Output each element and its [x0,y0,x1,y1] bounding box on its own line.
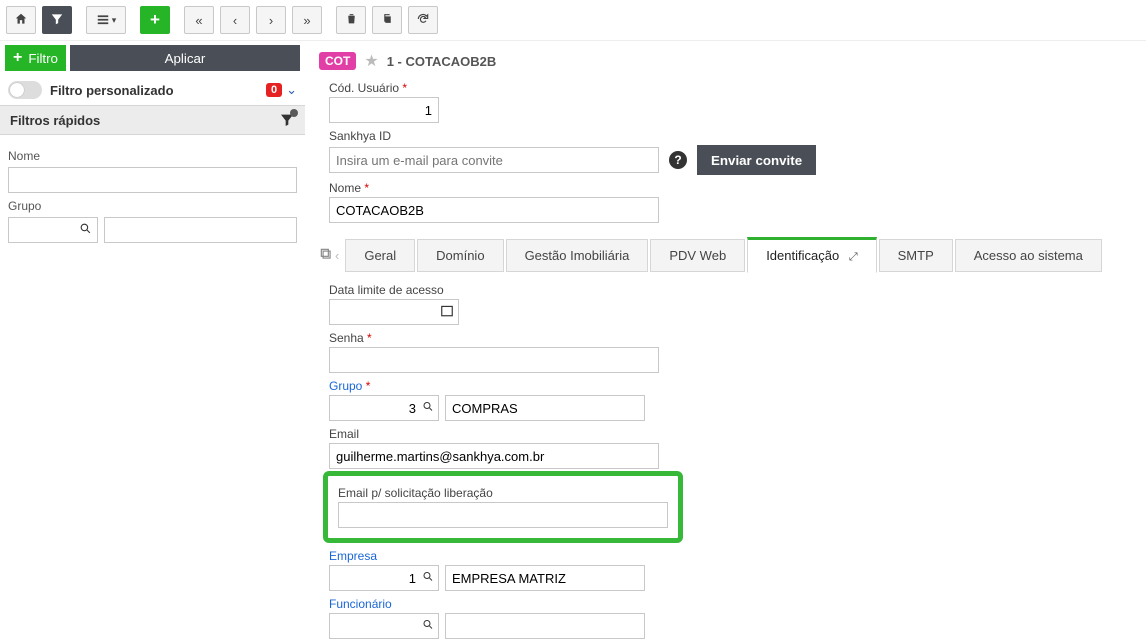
copy-button[interactable] [372,6,402,34]
tab-dominio[interactable]: Domínio [417,239,503,272]
nome-input[interactable] [329,197,659,223]
tab-pdv-web[interactable]: PDV Web [650,239,745,272]
search-icon[interactable] [422,619,434,634]
last-record-button[interactable]: » [292,6,322,34]
gear-dot-icon [290,109,298,117]
quick-filters-header: Filtros rápidos [0,105,305,135]
left-filter-panel: + Filtro Aplicar Filtro personalizado 0 … [0,41,305,639]
tabs-row: ‹ Geral Domínio Gestão Imobiliária PDV W… [319,237,1134,273]
personalized-filter-row: Filtro personalizado 0 ⌄ [0,75,305,105]
double-chevron-left-icon: « [195,13,202,28]
grupo-desc-input[interactable] [445,395,645,421]
refresh-icon [416,12,430,29]
expand-icon[interactable]: ⤢ [849,251,858,263]
search-icon[interactable] [79,222,92,238]
first-record-button[interactable]: « [184,6,214,34]
double-chevron-right-icon: » [303,13,310,28]
record-title: 1 - COTACAOB2B [387,54,497,69]
calendar-icon[interactable] [440,304,454,321]
add-record-button[interactable]: + [140,6,170,34]
email-liberacao-input[interactable] [338,502,668,528]
chevron-left-icon: ‹ [233,13,237,28]
personalized-filter-label: Filtro personalizado [50,83,174,98]
chevron-right-icon: › [269,13,273,28]
list-view-button[interactable]: ▾ [86,6,126,34]
grupo-label[interactable]: Grupo [329,379,1134,393]
filter-name-label: Nome [8,149,297,163]
quick-filters-title: Filtros rápidos [10,113,100,128]
filter-group-desc-input[interactable] [104,217,297,243]
sankhya-id-label: Sankhya ID [329,129,1134,143]
tab-smtp[interactable]: SMTP [879,239,953,272]
filter-settings-button[interactable] [279,112,295,128]
main-panel: COT ★ 1 - COTACAOB2B Cód. Usuário Sankhy… [305,41,1146,639]
top-toolbar: ▾ + « ‹ › » [0,0,1146,41]
tabs-copy-icon[interactable] [319,247,333,264]
filter-count-badge: 0 [266,83,282,97]
funcionario-label[interactable]: Funcionário [329,597,1134,611]
list-icon [96,13,110,27]
senha-label: Senha [329,331,1134,345]
highlight-annotation: Email p/ solicitação liberação [323,471,683,543]
search-icon[interactable] [422,401,434,416]
empresa-desc-input[interactable] [445,565,645,591]
copy-icon [381,12,394,28]
caret-down-icon: ▾ [112,15,117,26]
chevron-down-icon[interactable]: ⌄ [286,82,297,98]
filter-group-label: Grupo [8,199,297,213]
favorite-star-icon[interactable]: ★ [364,51,378,71]
cod-usuario-label: Cód. Usuário [329,81,1134,95]
help-icon[interactable]: ? [669,151,687,169]
search-icon[interactable] [422,571,434,586]
tabs-scroll-left-icon[interactable]: ‹ [335,248,339,263]
apply-filters-button[interactable]: Aplicar [70,45,300,71]
filter-name-input[interactable] [8,167,297,193]
tab-identificacao[interactable]: Identificação ⤢ [747,237,876,273]
add-filter-button[interactable]: + Filtro [5,45,66,71]
next-record-button[interactable]: › [256,6,286,34]
refresh-button[interactable] [408,6,438,34]
sankhya-id-input[interactable] [329,147,659,173]
email-input[interactable] [329,443,659,469]
tab-acesso-sistema[interactable]: Acesso ao sistema [955,239,1102,272]
send-invite-button[interactable]: Enviar convite [697,145,816,175]
data-limite-label: Data limite de acesso [329,283,1134,297]
senha-input[interactable] [329,347,659,373]
add-filter-label: Filtro [28,51,58,66]
plus-icon: + [150,10,160,30]
email-liberacao-label: Email p/ solicitação liberação [338,486,668,500]
empresa-label[interactable]: Empresa [329,549,1134,563]
record-type-badge: COT [319,52,356,70]
funcionario-desc-input[interactable] [445,613,645,639]
email-label: Email [329,427,1134,441]
trash-icon [345,12,358,28]
cod-usuario-input[interactable] [329,97,439,123]
prev-record-button[interactable]: ‹ [220,6,250,34]
tab-gestao-imobiliaria[interactable]: Gestão Imobiliária [506,239,649,272]
tab-geral[interactable]: Geral [345,239,415,272]
funnel-icon [50,12,64,29]
plus-icon: + [13,49,22,67]
tab-identificacao-label: Identificação [766,248,839,263]
filter-toggle-button[interactable] [42,6,72,34]
personalized-toggle[interactable] [8,81,42,99]
nome-label: Nome [329,181,1134,195]
home-icon [14,12,28,29]
delete-button[interactable] [336,6,366,34]
home-button[interactable] [6,6,36,34]
